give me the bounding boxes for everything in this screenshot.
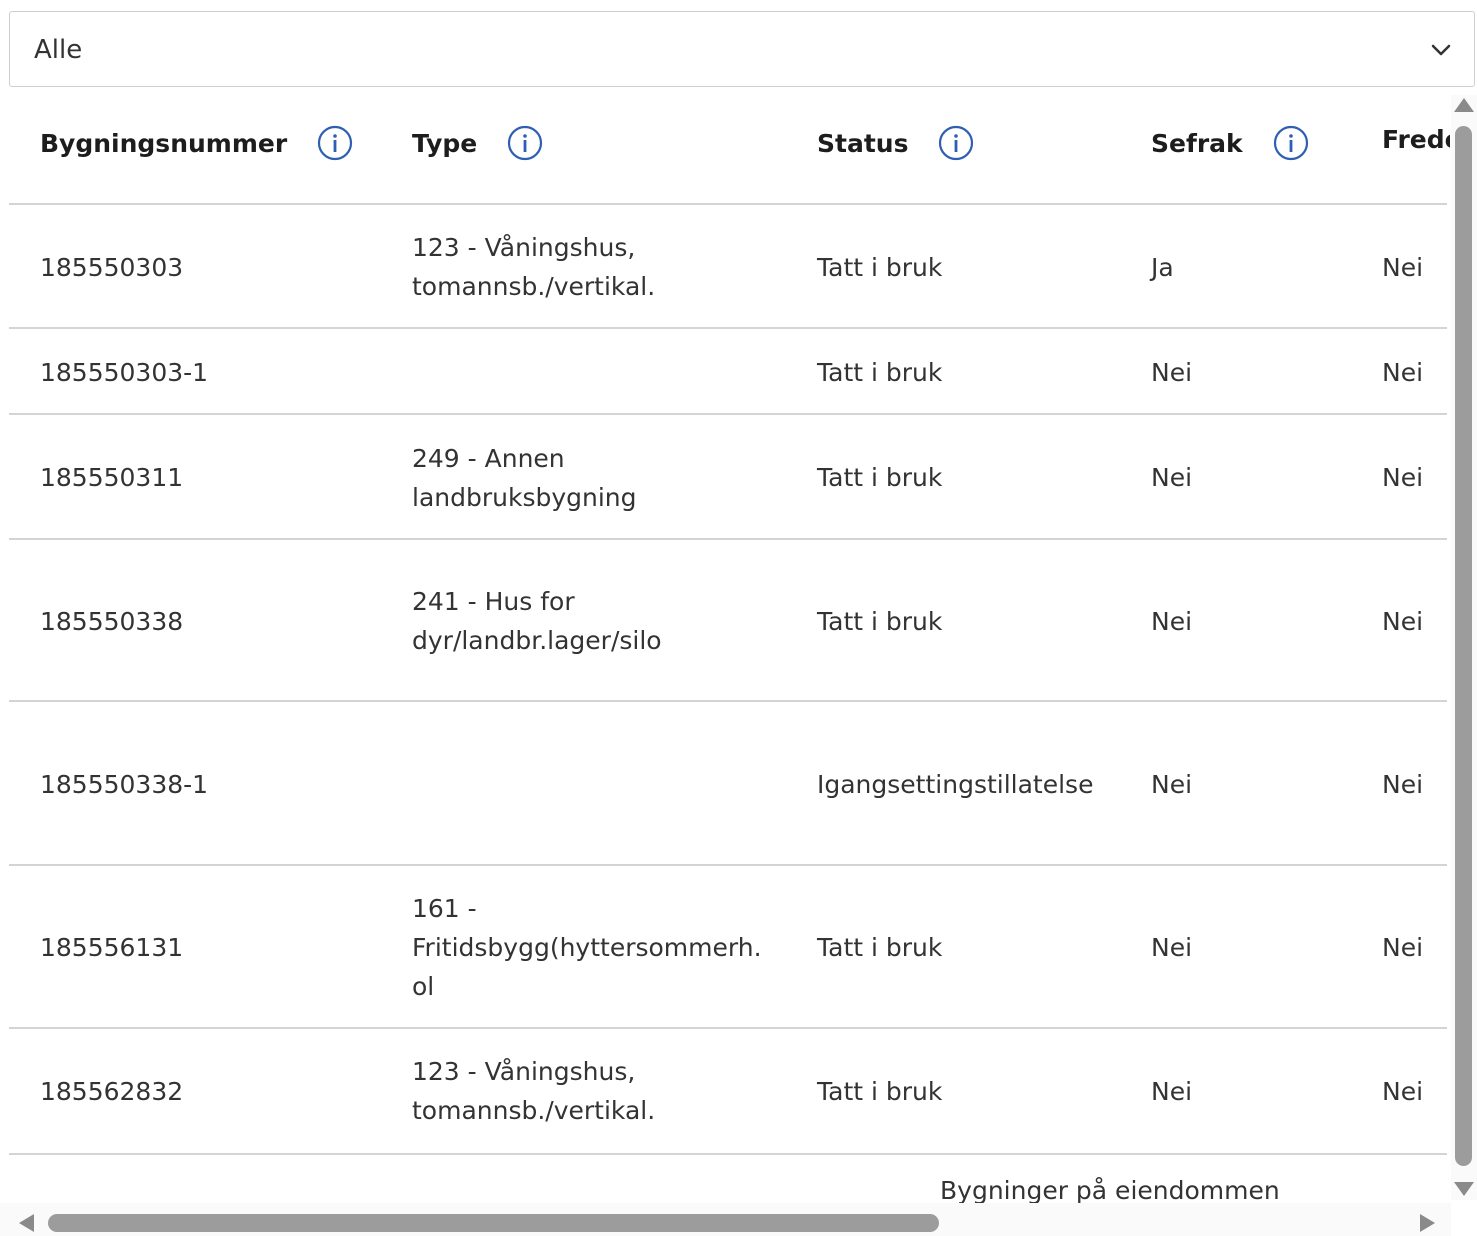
- building-filter-dropdown[interactable]: Alle: [9, 11, 1475, 87]
- cell-type: 249 - Annen landbruksbygning: [412, 443, 637, 512]
- cell-type: 161 - Fritidsbygg(hyttersommerh. ol: [412, 894, 762, 1001]
- header-fredet: Frede: [1382, 125, 1450, 154]
- dropdown-selected-value: Alle: [34, 35, 83, 65]
- table-row: 185550338 241 - Hus for dyr/landbr.lager…: [9, 538, 1447, 702]
- cell-status: Tatt i bruk: [817, 606, 943, 636]
- table-row: 185556131 161 - Fritidsbygg(hyttersommer…: [9, 864, 1447, 1029]
- cell-fredet: Nei: [1382, 1076, 1424, 1106]
- cell-status: Tatt i bruk: [817, 357, 943, 387]
- cell-bygningsnummer: 185550338: [40, 606, 184, 636]
- header-type: Type: [412, 125, 543, 161]
- table-row: 185550311 249 - Annen landbruksbygning T…: [9, 413, 1447, 540]
- table-row: 185562832 123 - Våningshus, tomannsb./ve…: [9, 1027, 1447, 1155]
- scroll-down-arrow-icon[interactable]: [1452, 1180, 1476, 1198]
- cell-fredet: Nei: [1382, 933, 1424, 962]
- cell-bygningsnummer: 185550303: [40, 252, 184, 282]
- header-sefrak: Sefrak: [1151, 125, 1309, 161]
- cell-fredet: Nei: [1382, 357, 1424, 387]
- buildings-table: Bygningsnummer Type Status Sefrak Frede …: [0, 95, 1450, 1200]
- table-row: 185550303 123 - Våningshus, tomannsb./ve…: [9, 203, 1447, 329]
- cell-sefrak: Nei: [1151, 606, 1193, 636]
- horizontal-scroll-thumb[interactable]: [48, 1214, 939, 1232]
- vertical-scroll-thumb[interactable]: [1455, 126, 1472, 1166]
- scroll-right-arrow-icon[interactable]: [1418, 1212, 1438, 1234]
- header-label: Frede: [1382, 125, 1450, 154]
- cell-sefrak: Nei: [1151, 769, 1193, 799]
- info-icon[interactable]: [1273, 125, 1309, 161]
- cell-status: Tatt i bruk: [817, 1076, 943, 1106]
- cell-bygningsnummer: 185550338-1: [40, 769, 209, 799]
- cell-bygningsnummer: 185550303-1: [40, 357, 209, 387]
- cell-type: [412, 702, 772, 866]
- cell-status: Tatt i bruk: [817, 933, 943, 962]
- cell-sefrak: Ja: [1151, 252, 1174, 282]
- cell-bygningsnummer: 185562832: [40, 1076, 184, 1106]
- cell-fredet: Nei: [1382, 252, 1424, 282]
- cell-fredet: Nei: [1382, 769, 1424, 799]
- cell-bygningsnummer: 185556131: [40, 933, 184, 962]
- cell-type: [412, 329, 772, 415]
- cell-fredet: Nei: [1382, 463, 1424, 492]
- cell-type: 241 - Hus for dyr/landbr.lager/silo: [412, 587, 662, 655]
- header-bygningsnummer: Bygningsnummer: [40, 125, 353, 161]
- table-row: 185550338-1 Igangsettingstillatelse Nei …: [9, 700, 1447, 866]
- cell-sefrak: Nei: [1151, 357, 1193, 387]
- cell-sefrak: Nei: [1151, 1076, 1193, 1106]
- cell-type: 123 - Våningshus, tomannsb./vertikal.: [412, 1057, 656, 1125]
- header-label: Type: [412, 128, 478, 158]
- info-icon[interactable]: [507, 125, 543, 161]
- cell-fredet: Nei: [1382, 606, 1424, 636]
- cell-sefrak: Nei: [1151, 933, 1193, 962]
- info-icon[interactable]: [938, 125, 974, 161]
- info-icon[interactable]: [317, 125, 353, 161]
- header-status: Status: [817, 125, 974, 161]
- cell-status: Tatt i bruk: [817, 463, 943, 492]
- cell-status: Tatt i bruk: [817, 252, 943, 282]
- cell-sefrak: Nei: [1151, 463, 1193, 492]
- chevron-down-icon: [1431, 44, 1451, 56]
- table-caption: Bygninger på eiendommen: [940, 1176, 1280, 1205]
- scroll-left-arrow-icon[interactable]: [16, 1212, 36, 1234]
- table-row: 185550303-1 Tatt i bruk Nei Nei: [9, 327, 1447, 415]
- header-label: Bygningsnummer: [40, 128, 288, 158]
- header-label: Status: [817, 128, 909, 158]
- scroll-up-arrow-icon[interactable]: [1452, 96, 1476, 114]
- cell-type: 123 - Våningshus, tomannsb./vertikal.: [412, 233, 656, 301]
- cell-bygningsnummer: 185550311: [40, 463, 184, 492]
- header-label: Sefrak: [1151, 128, 1243, 158]
- cell-status: Igangsettingstillatelse: [817, 769, 1094, 799]
